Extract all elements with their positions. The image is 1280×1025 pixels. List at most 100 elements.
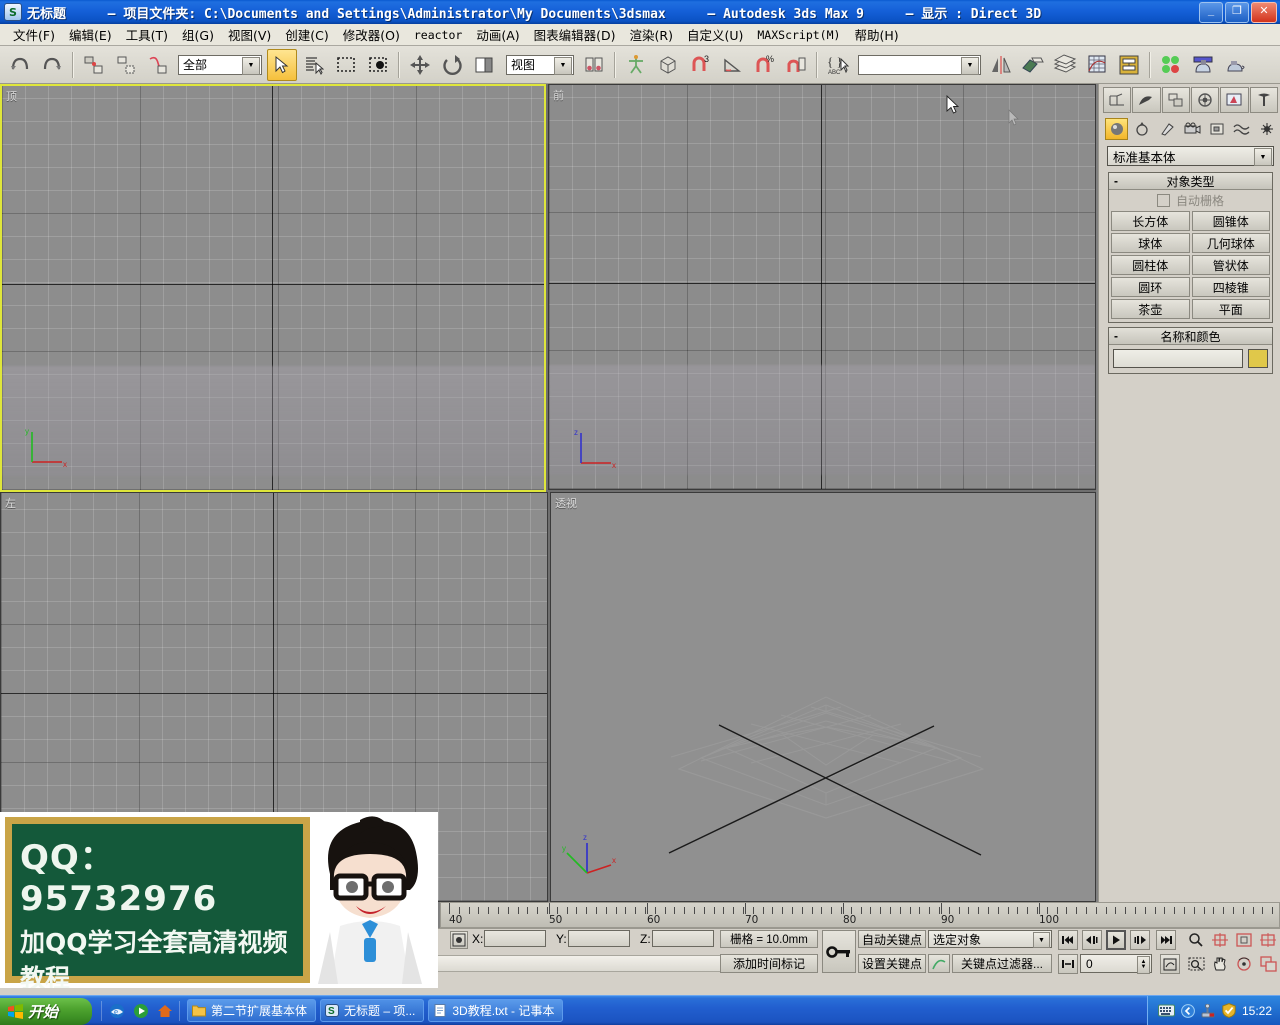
named-selection-sets-button[interactable]: { }ABC — [823, 49, 853, 81]
menu-item-1[interactable]: 编辑(E) — [62, 23, 119, 46]
undo-button[interactable] — [5, 49, 35, 81]
object-type-button-7[interactable]: 四棱锥 — [1192, 277, 1271, 297]
layer-manager-button[interactable] — [1050, 49, 1080, 81]
menu-item-7[interactable]: reactor — [407, 26, 469, 44]
lights-icon[interactable] — [1155, 118, 1178, 140]
object-type-header[interactable]: - 对象类型 — [1109, 173, 1272, 190]
show-hidden-icons-icon[interactable] — [1181, 1004, 1195, 1018]
motion-tab[interactable] — [1191, 87, 1219, 113]
material-editor-button[interactable] — [1156, 49, 1186, 81]
min-max-toggle-button[interactable] — [1258, 954, 1278, 974]
current-frame-field[interactable]: 0 ▲▼ — [1080, 954, 1152, 973]
redo-button[interactable] — [37, 49, 67, 81]
menu-item-3[interactable]: 组(G) — [175, 23, 221, 46]
restore-button[interactable]: ❐ — [1225, 2, 1249, 23]
time-configuration-button[interactable] — [1160, 954, 1180, 974]
autogrid-row[interactable]: 自动栅格 — [1109, 190, 1272, 210]
autogrid-checkbox[interactable] — [1157, 194, 1170, 207]
frame-spinner[interactable]: ▲▼ — [1137, 956, 1150, 974]
z-coord-field[interactable] — [652, 930, 714, 947]
menu-item-4[interactable]: 视图(V) — [221, 23, 278, 46]
object-name-input[interactable] — [1113, 349, 1243, 368]
close-button[interactable]: ✕ — [1251, 2, 1277, 23]
keyboard-layout-icon[interactable] — [1158, 1004, 1175, 1018]
zoom-button[interactable] — [1186, 930, 1206, 950]
previous-frame-button[interactable] — [1082, 930, 1102, 950]
percent-snap-toggle-button[interactable]: % — [749, 49, 779, 81]
taskbar-item-0[interactable]: 第二节扩展基本体 — [187, 999, 316, 1022]
render-production-button[interactable] — [1220, 49, 1250, 81]
menu-item-8[interactable]: 动画(A) — [469, 23, 526, 46]
chevron-down-icon[interactable]: ▼ — [1254, 148, 1272, 166]
select-by-name-button[interactable] — [299, 49, 329, 81]
chevron-down-icon[interactable]: ▼ — [242, 57, 260, 75]
object-type-button-9[interactable]: 平面 — [1192, 299, 1271, 319]
shapes-icon[interactable] — [1130, 118, 1153, 140]
object-type-button-4[interactable]: 圆柱体 — [1111, 255, 1190, 275]
menu-item-13[interactable]: 帮助(H) — [847, 23, 905, 46]
display-tab[interactable] — [1220, 87, 1248, 113]
window-crossing-button[interactable] — [363, 49, 393, 81]
schematic-view-button[interactable] — [1114, 49, 1144, 81]
use-pivot-point-center-button[interactable] — [579, 49, 609, 81]
key-mode-step-button[interactable] — [1058, 954, 1078, 974]
key-filters-button[interactable]: 关键点过滤器... — [952, 954, 1052, 973]
zoom-region-button[interactable] — [1186, 954, 1206, 974]
space-warps-icon[interactable] — [1230, 118, 1253, 140]
add-time-tag-button[interactable]: 添加时间标记 — [720, 954, 818, 973]
key-target-combo[interactable]: 选定对象 ▼ — [928, 930, 1052, 948]
collapse-icon[interactable]: - — [1114, 329, 1118, 343]
security-shield-icon[interactable] — [1222, 1003, 1236, 1018]
unlink-selection-button[interactable] — [111, 49, 141, 81]
taskbar-clock[interactable]: 15:22 — [1242, 1004, 1272, 1018]
taskbar-item-2[interactable]: 3D教程.txt - 记事本 — [428, 999, 563, 1022]
curve-editor-button[interactable] — [1082, 49, 1112, 81]
menu-item-11[interactable]: 自定义(U) — [680, 23, 750, 46]
x-coord-field[interactable] — [484, 930, 546, 947]
cameras-icon[interactable] — [1180, 118, 1203, 140]
systems-icon[interactable] — [1255, 118, 1278, 140]
menu-item-9[interactable]: 图表编辑器(D) — [527, 23, 623, 46]
object-color-swatch[interactable] — [1248, 349, 1268, 368]
bind-to-space-warp-button[interactable] — [143, 49, 173, 81]
angle-snap-toggle-button[interactable] — [717, 49, 747, 81]
y-coord-field[interactable] — [568, 930, 630, 947]
object-type-button-8[interactable]: 茶壶 — [1111, 299, 1190, 319]
auto-key-button[interactable]: 自动关键点 — [858, 930, 926, 948]
start-button[interactable]: 开始 — [0, 998, 92, 1025]
modify-tab[interactable] — [1132, 87, 1160, 113]
desktop-home-icon[interactable] — [155, 1001, 175, 1021]
snaps-toggle-button[interactable] — [653, 49, 683, 81]
pan-button[interactable] — [1210, 954, 1230, 974]
mirror-button[interactable] — [986, 49, 1016, 81]
collapse-icon[interactable]: - — [1114, 174, 1118, 188]
menu-item-5[interactable]: 创建(C) — [278, 23, 335, 46]
set-key-button[interactable]: 设置关键点 — [858, 954, 926, 973]
viewport-perspective[interactable]: 透视 z x — [550, 492, 1096, 902]
select-and-manipulate-button[interactable] — [621, 49, 651, 81]
next-frame-button[interactable] — [1130, 930, 1150, 950]
object-type-button-2[interactable]: 球体 — [1111, 233, 1190, 253]
play-animation-button[interactable] — [1106, 930, 1126, 950]
selection-lock-toggle[interactable] — [450, 931, 468, 949]
menu-item-10[interactable]: 渲染(R) — [623, 23, 680, 46]
name-and-color-header[interactable]: - 名称和颜色 — [1109, 328, 1272, 345]
select-and-move-button[interactable] — [405, 49, 435, 81]
reference-coordinate-system-combo[interactable]: 视图 ▼ — [506, 55, 574, 75]
select-and-rotate-button[interactable] — [437, 49, 467, 81]
menu-item-6[interactable]: 修改器(O) — [336, 23, 407, 46]
media-icon[interactable] — [131, 1001, 151, 1021]
menu-item-12[interactable]: MAXScript(M) — [750, 26, 847, 44]
viewport-front[interactable]: 前 x z — [548, 84, 1096, 490]
chevron-down-icon[interactable]: ▼ — [1033, 932, 1050, 948]
chevron-down-icon[interactable]: ▼ — [554, 57, 572, 75]
rectangular-selection-region-button[interactable] — [331, 49, 361, 81]
object-type-button-0[interactable]: 长方体 — [1111, 211, 1190, 231]
create-tab[interactable] — [1103, 87, 1131, 113]
zoom-extents-button[interactable] — [1234, 930, 1254, 950]
select-and-uniform-scale-button[interactable] — [469, 49, 499, 81]
key-mode-toggle-button[interactable] — [822, 930, 856, 973]
hierarchy-tab[interactable] — [1162, 87, 1190, 113]
zoom-all-button[interactable] — [1210, 930, 1230, 950]
object-type-button-3[interactable]: 几何球体 — [1192, 233, 1271, 253]
